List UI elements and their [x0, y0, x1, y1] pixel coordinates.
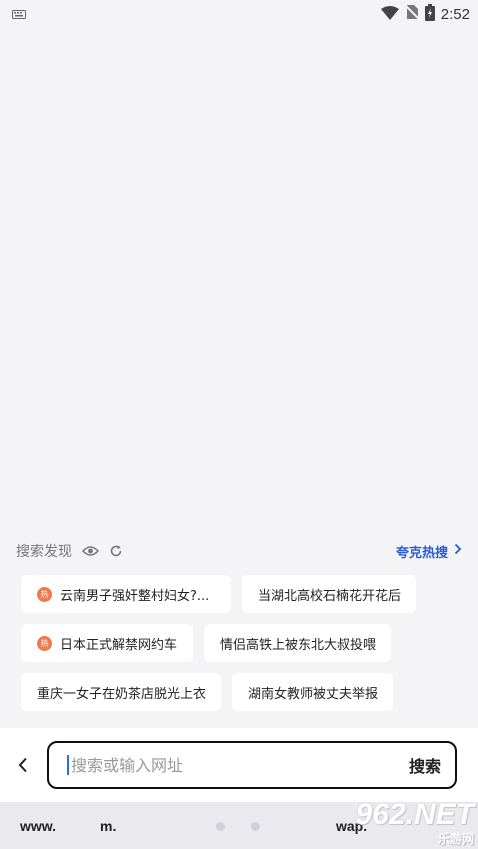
hot-search-chip[interactable]: 当湖北高校石楠花开花后 [242, 575, 416, 613]
chip-label: 云南男子强奸整村妇女?... [60, 588, 210, 604]
shortcut-m[interactable]: m. [100, 818, 116, 834]
search-panel: 搜索 [0, 728, 478, 802]
search-discover-header: 搜索发现 夸克热搜 [16, 540, 462, 562]
search-box[interactable]: 搜索 [47, 741, 457, 789]
page-dot [216, 822, 225, 831]
no-sim-icon [404, 4, 420, 24]
hot-link-label: 夸克热搜 [395, 545, 448, 561]
page-dot [251, 822, 260, 831]
keyboard-icon [12, 9, 28, 19]
hot-badge-icon: 热 [37, 635, 52, 651]
hot-search-chip[interactable]: 热 云南男子强奸整村妇女?... [21, 575, 231, 613]
battery-charging-icon [424, 3, 435, 25]
watermark-logo: 962.NET 乐游网 [332, 797, 474, 846]
status-time: 2:52 [440, 5, 470, 23]
search-input[interactable] [71, 755, 409, 775]
page-indicator [216, 822, 260, 831]
hot-search-chip[interactable]: 重庆一女子在奶茶店脱光上衣 [21, 673, 221, 711]
search-discover-title: 搜索发现 [16, 544, 72, 560]
hot-search-chip[interactable]: 情侣高铁上被东北大叔投喂 [204, 624, 391, 662]
hot-search-chip[interactable]: 热 日本正式解禁网约车 [21, 624, 193, 662]
text-caret [67, 755, 69, 775]
chip-label: 当湖北高校石楠花开花后 [258, 588, 402, 604]
eye-icon[interactable] [82, 545, 99, 557]
wifi-icon [380, 5, 399, 24]
status-icons: 2:52 [380, 3, 470, 25]
watermark-main: 962.NET [355, 797, 474, 831]
back-button[interactable] [0, 742, 46, 788]
watermark-sub: 乐游网 [437, 831, 474, 846]
status-bar: 2:52 [0, 0, 478, 28]
chevron-left-icon [18, 757, 27, 773]
hot-badge-icon: 热 [37, 586, 52, 602]
quark-hot-search-link[interactable]: 夸克热搜 [396, 542, 462, 561]
search-button[interactable]: 搜索 [409, 753, 441, 777]
chip-label: 重庆一女子在奶茶店脱光上衣 [37, 686, 207, 702]
hot-search-chip[interactable]: 湖南女教师被丈夫举报 [232, 673, 393, 711]
chevron-right-icon [454, 543, 462, 559]
chip-label: 情侣高铁上被东北大叔投喂 [220, 637, 377, 653]
refresh-icon[interactable] [109, 544, 123, 558]
chip-label: 日本正式解禁网约车 [60, 637, 178, 653]
chip-label: 湖南女教师被丈夫举报 [248, 686, 379, 702]
shortcut-www[interactable]: www. [20, 818, 56, 834]
